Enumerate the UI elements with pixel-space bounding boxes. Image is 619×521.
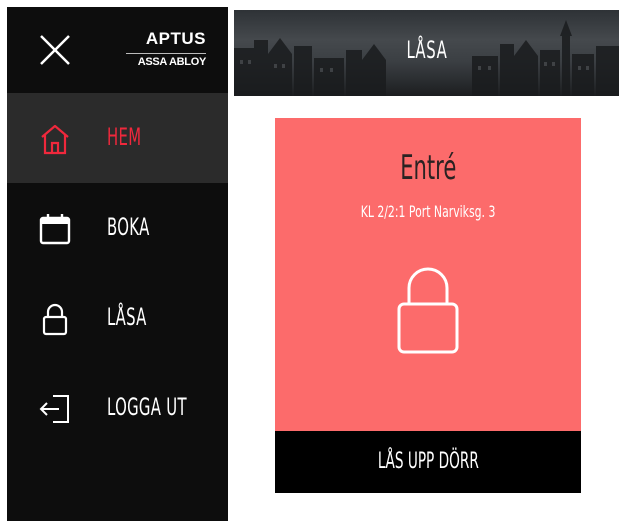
close-menu-button[interactable]	[38, 33, 72, 67]
brand-divider	[126, 53, 206, 54]
page-title: LÅSA	[234, 36, 619, 64]
lock-icon	[42, 303, 68, 336]
sidebar-item-label: BOKA	[107, 213, 150, 241]
sidebar-header: APTUS ASSA ABLOY	[7, 7, 228, 93]
close-icon	[40, 35, 70, 65]
door-card: Entré KL 2/2:1 Port Narviksg. 3 LÅS UPP …	[275, 118, 581, 493]
unlock-door-button[interactable]: LÅS UPP DÖRR	[275, 431, 581, 493]
brand-name: APTUS	[145, 29, 206, 48]
padlock-icon	[397, 267, 459, 354]
brand-subtitle: ASSA ABLOY	[137, 56, 207, 68]
aptus-logo: APTUS ASSA ABLOY	[120, 29, 206, 73]
door-title: Entré	[275, 148, 581, 188]
door-subtitle: KL 2/2:1 Port Narviksg. 3	[275, 202, 581, 221]
home-icon	[41, 124, 69, 155]
unlock-door-label-text: LÅS UPP DÖRR	[377, 449, 479, 474]
sidebar-item-lasa[interactable]: LÅSA	[7, 273, 228, 363]
sidebar-item-logga-ut[interactable]: LOGGA UT	[7, 363, 228, 453]
header-banner: LÅSA	[234, 10, 619, 96]
sidebar-item-boka[interactable]: BOKA	[7, 183, 228, 273]
sidebar-item-label: LÅSA	[107, 303, 147, 331]
logout-icon	[39, 395, 69, 423]
door-title-text: Entré	[399, 148, 457, 188]
sidebar: APTUS ASSA ABLOY HEM BOKA LÅSA LOGGA UT	[7, 7, 228, 521]
calendar-icon	[39, 214, 71, 245]
sidebar-item-label: LOGGA UT	[107, 393, 187, 421]
sidebar-item-hem[interactable]: HEM	[7, 93, 228, 183]
unlock-door-label: LÅS UPP DÖRR	[275, 449, 581, 474]
sidebar-item-label: HEM	[107, 123, 142, 151]
door-subtitle-text: KL 2/2:1 Port Narviksg. 3	[360, 202, 496, 221]
page-title-text: LÅSA	[406, 36, 447, 64]
